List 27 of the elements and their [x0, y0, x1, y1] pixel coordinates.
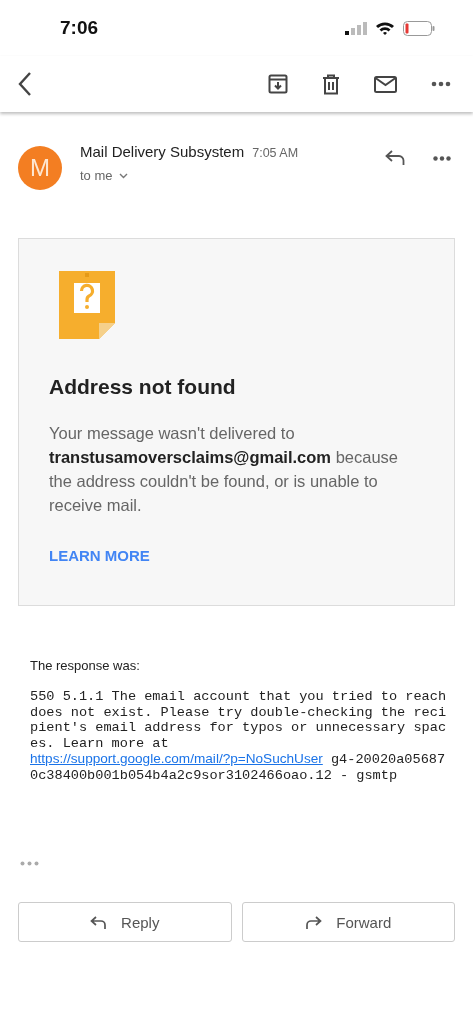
reply-icon: [90, 915, 108, 929]
sender-avatar: M: [18, 146, 62, 190]
sender-name: Mail Delivery Subsystem: [80, 143, 245, 160]
notice-text: Your message wasn't delivered to transtusamoversclaims@gmail.com because the address couldn't be found, or is unable to receive mail.: [49, 423, 399, 516]
battery-icon: [403, 20, 435, 36]
support-link[interactable]: https://support.google.com/mail/?p=NoSuchUser: [30, 751, 323, 766]
response-label: The response was:: [30, 658, 141, 673]
reply-icon[interactable]: [385, 150, 405, 165]
wifi-icon: [375, 21, 395, 35]
more-icon[interactable]: [431, 81, 451, 87]
trash-icon[interactable]: [322, 73, 340, 95]
chevron-icon: [118, 172, 128, 179]
learn-more-link[interactable]: LEARN MORE: [49, 547, 150, 564]
forward-button[interactable]: Forward: [241, 902, 455, 942]
missing-document-icon: [59, 271, 115, 339]
back-icon[interactable]: [18, 71, 32, 97]
signal-icon: [345, 21, 367, 35]
more-icon[interactable]: [433, 156, 451, 161]
mail-icon[interactable]: [374, 75, 397, 93]
archive-icon[interactable]: [268, 74, 288, 94]
status-time: 7:06: [60, 17, 99, 39]
response-text: 550 5.1.1 The email account that you tried to reach does not exist. Please try double-checking the recipient's email address for typos or unnecessary spaces. Learn more at https://support.google.com/mail/?p=NoSuchUser g4-20020a056870c38400b001b054b4a2c9sor3102466oao.12 - gsmtp: [30, 689, 448, 783]
reply-button[interactable]: Reply: [18, 902, 232, 942]
forward-icon: [305, 915, 323, 929]
message-time: 7:05 AM: [252, 146, 299, 160]
notice-title: Address not found: [49, 375, 237, 399]
recipient-toggle[interactable]: to me: [80, 168, 128, 183]
